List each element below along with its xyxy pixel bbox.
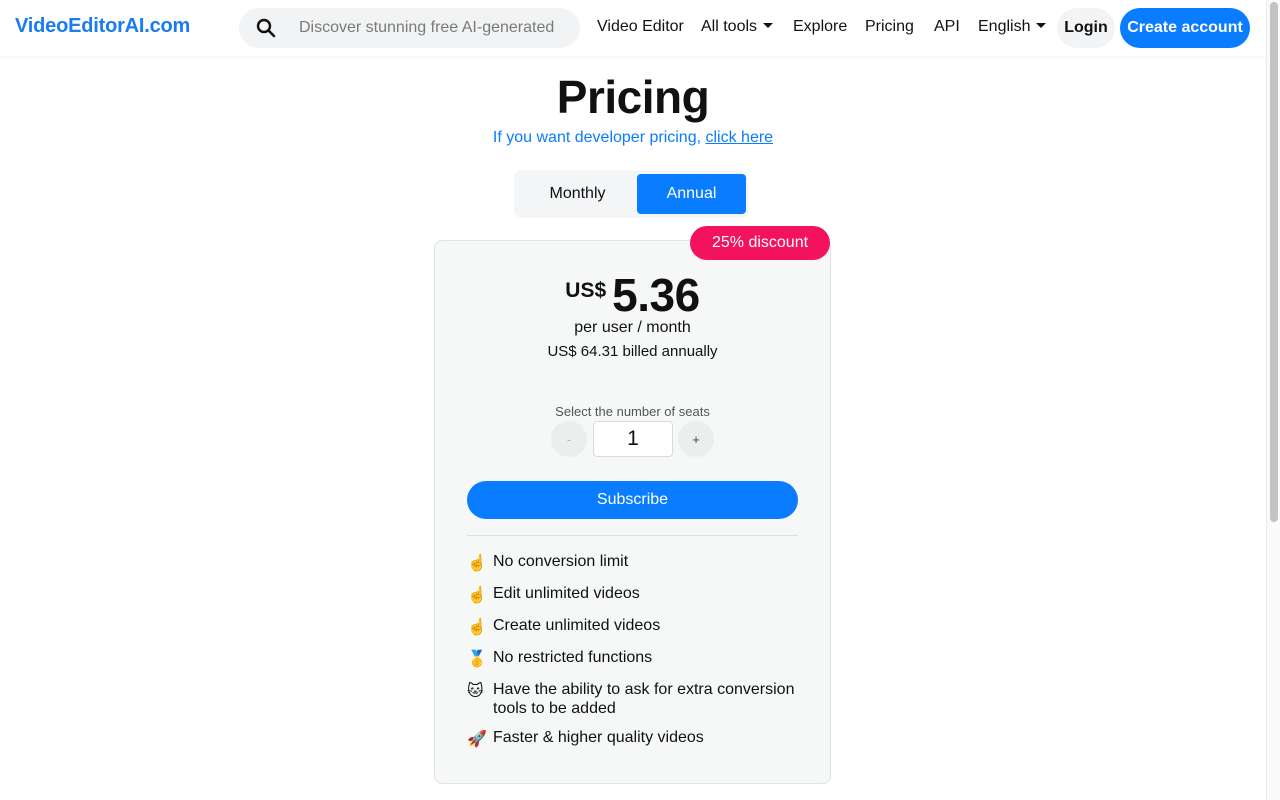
top-navbar: VideoEditorAI.com Video Editor All tools… [0, 0, 1266, 56]
feature-text: Have the ability to ask for extra conver… [493, 681, 795, 717]
nav-pricing[interactable]: Pricing [865, 18, 914, 36]
subscribe-button[interactable]: Subscribe [467, 481, 798, 519]
login-button[interactable]: Login [1057, 8, 1115, 48]
feature-item: ☝️ Create unlimited videos [467, 616, 798, 638]
caret-down-icon [763, 23, 774, 28]
billed-annually-text: US$ 64.31 billed annually [547, 343, 718, 360]
nav-explore[interactable]: Explore [793, 18, 847, 36]
pointing-up-icon: ☝️ [467, 619, 487, 636]
seats-label: Select the number of seats [555, 404, 710, 419]
feature-item: ☝️ No conversion limit [467, 552, 798, 574]
caret-down-icon [1036, 23, 1047, 28]
language-label: English [978, 18, 1031, 35]
nav-all-tools-dropdown[interactable]: All tools [701, 18, 774, 36]
seats-increment-button[interactable]: + [678, 421, 714, 457]
feature-text: No conversion limit [493, 553, 629, 570]
pointing-up-icon: ☝️ [467, 587, 487, 604]
page-title: Pricing [556, 71, 710, 123]
developer-pricing-text: If you want developer pricing, [492, 129, 706, 146]
nav-all-tools-label: All tools [701, 18, 758, 35]
feature-item: ☝️ Edit unlimited videos [467, 584, 798, 606]
nav-video-editor[interactable]: Video Editor [597, 18, 684, 36]
billing-period-toggle: Monthly Annual [514, 170, 748, 218]
price-display: US$ 5.36 [434, 268, 831, 322]
feature-item: 🥇 No restricted functions [467, 648, 798, 670]
nav-api[interactable]: API [934, 18, 960, 36]
search-bar[interactable] [239, 8, 580, 48]
price-amount: 5.36 [612, 269, 700, 321]
search-icon[interactable] [256, 18, 276, 38]
discount-badge: 25% discount [690, 226, 830, 260]
developer-pricing-line: If you want developer pricing, click her… [0, 129, 1266, 147]
feature-item: 🚀 Faster & higher quality videos [467, 728, 798, 750]
language-dropdown[interactable]: English [978, 18, 1047, 36]
feature-text: Edit unlimited videos [493, 585, 640, 602]
feature-list: ☝️ No conversion limit ☝️ Edit unlimited… [467, 552, 798, 760]
monthly-tab[interactable]: Monthly [518, 174, 637, 214]
feature-item: 🐱 Have the ability to ask for extra conv… [467, 680, 798, 718]
pointing-up-icon: ☝️ [467, 555, 487, 572]
price-currency: US$ [565, 279, 607, 302]
seats-quantity-input[interactable] [593, 421, 673, 457]
create-account-button[interactable]: Create account [1120, 8, 1250, 48]
cat-face-icon: 🐱 [467, 683, 484, 700]
annual-tab[interactable]: Annual [637, 174, 746, 214]
feature-text: Create unlimited videos [493, 617, 661, 634]
gold-medal-icon: 🥇 [467, 651, 487, 668]
scrollbar-thumb[interactable] [1270, 2, 1278, 522]
feature-text: No restricted functions [493, 649, 653, 666]
brand-logo-link[interactable]: VideoEditorAI.com [15, 15, 190, 38]
rocket-icon: 🚀 [467, 731, 487, 748]
seats-decrement-button[interactable]: - [551, 421, 587, 457]
search-input[interactable] [299, 17, 557, 39]
page-scrollbar[interactable] [1266, 0, 1280, 800]
card-divider [467, 535, 798, 536]
developer-pricing-link[interactable]: click here [705, 129, 773, 146]
price-unit: per user / month [574, 319, 691, 336]
feature-text: Faster & higher quality videos [493, 729, 704, 746]
